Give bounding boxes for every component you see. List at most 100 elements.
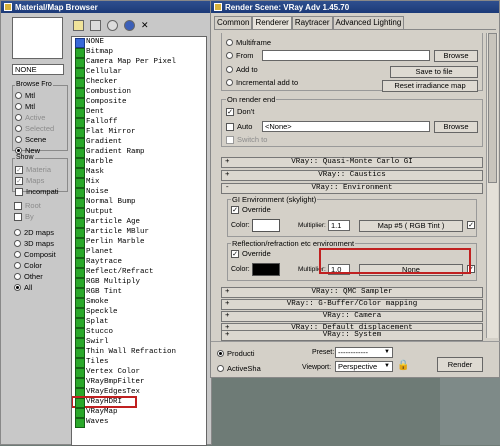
show-type-radio[interactable]: All — [14, 282, 66, 293]
show-checkbox[interactable]: Incompati — [15, 186, 65, 197]
map-list[interactable]: NONE Bitmap Camera Map Per Pixel Cellular Ch… — [71, 36, 207, 446]
browse-from-option[interactable]: Active — [15, 112, 65, 123]
show-extra-checkbox[interactable]: Root — [14, 200, 66, 211]
from-option[interactable]: From — [226, 50, 254, 61]
map-list-item[interactable]: Bitmap — [72, 47, 206, 58]
render-button[interactable]: Render — [437, 357, 483, 372]
show-type-radio[interactable]: 2D maps — [14, 227, 66, 238]
rollout-system[interactable]: + VRay:: System — [221, 330, 483, 341]
show-type-radio[interactable]: Other — [14, 271, 66, 282]
production-radio[interactable]: Producti — [217, 348, 255, 359]
map-list-item[interactable]: Tiles — [72, 357, 206, 368]
rollout-camera[interactable]: + VRay:: Camera — [221, 311, 483, 322]
map-list-item[interactable]: VRayMap — [72, 407, 206, 418]
switch-to-checkbox[interactable]: Switch to — [226, 134, 267, 145]
rollout-gbuffer[interactable]: + VRay:: G-Buffer/Color mapping — [221, 299, 483, 310]
map-list-item[interactable]: Vertex Color — [72, 367, 206, 378]
tab-advanced-lighting[interactable]: Advanced Lighting — [332, 16, 405, 29]
map-list-item[interactable]: Stucco — [72, 327, 206, 338]
map-list-item[interactable]: Waves — [72, 417, 206, 428]
show-type-radio[interactable]: Color — [14, 260, 66, 271]
view-small-icons-icon[interactable] — [107, 19, 118, 31]
map-list-item[interactable]: Output — [72, 207, 206, 218]
browse-from-option[interactable]: Mtl — [15, 101, 65, 112]
map-list-item[interactable]: Gradient Ramp — [72, 147, 206, 158]
map-list-item[interactable]: Mask — [72, 167, 206, 178]
view-list-icon[interactable] — [73, 19, 84, 31]
gi-map-checkbox[interactable]: ✓ — [467, 221, 475, 229]
rollout-environment[interactable]: - VRay:: Environment — [221, 183, 483, 194]
map-list-item[interactable]: VRayHDRI — [72, 396, 137, 408]
map-list-item[interactable]: Gradient — [72, 137, 206, 148]
renderer-scrollbar[interactable] — [486, 33, 498, 338]
render-titlebar[interactable]: Render Scene: VRay Adv 1.45.70 — [211, 1, 499, 13]
map-list-item[interactable]: Reflect/Refract — [72, 267, 206, 278]
show-type-radio[interactable]: 3D maps — [14, 238, 66, 249]
preset-dropdown[interactable]: ------------ ▼ — [335, 347, 393, 358]
rollout-caustics[interactable]: + VRay:: Caustics — [221, 170, 483, 181]
map-list-item[interactable]: RGB Tint — [72, 287, 206, 298]
browse-from-option[interactable]: Scene — [15, 134, 65, 145]
map-list-item[interactable]: Raytrace — [72, 257, 206, 268]
map-list-item[interactable]: Dent — [72, 107, 206, 118]
from-file-input[interactable] — [262, 50, 430, 61]
gi-override-checkbox[interactable]: ✓ Override — [231, 204, 271, 215]
map-list-item[interactable]: Planet — [72, 247, 206, 258]
name-field[interactable]: NONE — [12, 64, 64, 75]
show-type-radio[interactable]: Composit — [14, 249, 66, 260]
lock-icon[interactable]: 🔒 — [397, 360, 409, 371]
reset-irradiance-button[interactable]: Reset irradiance map — [382, 80, 478, 92]
refl-color-swatch[interactable] — [252, 263, 280, 276]
map-list-item[interactable]: Mix — [72, 177, 206, 188]
rollout-qmc-sampler[interactable]: + VRay:: QMC Sampler — [221, 287, 483, 298]
map-list-item[interactable]: VRayEdgesTex — [72, 387, 206, 398]
gi-color-swatch[interactable] — [252, 219, 280, 232]
map-list-item[interactable]: Flat Mirror — [72, 127, 206, 138]
browse-from-option[interactable]: Selected — [15, 123, 65, 134]
tab-raytracer[interactable]: Raytracer — [291, 16, 333, 29]
gi-map-button[interactable]: Map #5 ( RGB Tint ) — [359, 220, 463, 232]
viewport-dropdown[interactable]: Perspective ▼ — [335, 361, 393, 372]
map-list-item[interactable]: Marble — [72, 157, 206, 168]
map-list-item[interactable]: Cellular — [72, 67, 206, 78]
map-list-item[interactable]: NONE — [72, 37, 206, 48]
map-list-item[interactable]: Checker — [72, 77, 206, 88]
refl-override-checkbox[interactable]: ✓ Override — [231, 248, 271, 259]
map-list-item[interactable]: Particle Age — [72, 217, 206, 228]
map-list-item[interactable]: Splat — [72, 317, 206, 328]
multiframe-option[interactable]: Multiframe — [226, 37, 271, 48]
view-list-icons-icon[interactable] — [90, 19, 101, 31]
rollout-qmc-gi[interactable]: + VRay:: Quasi-Monte Carlo GI — [221, 157, 483, 168]
dont-checkbox[interactable]: ✓ Don't — [226, 106, 254, 117]
show-checkbox[interactable]: ✓ Maps — [15, 175, 65, 186]
add-to-option[interactable]: Add to — [226, 64, 258, 75]
browse-from-option[interactable]: Mtl — [15, 90, 65, 101]
map-list-item[interactable]: Falloff — [72, 117, 206, 128]
tab-renderer[interactable]: Renderer — [252, 16, 292, 29]
tab-common[interactable]: Common — [214, 16, 253, 29]
view-large-icons-icon[interactable] — [124, 19, 135, 31]
map-list-item[interactable]: Combustion — [72, 87, 206, 98]
browser-titlebar[interactable]: Material/Map Browser — [1, 1, 211, 13]
map-list-item[interactable]: Thin Wall Refraction — [72, 347, 206, 358]
auto-file-input[interactable]: <None> — [262, 121, 430, 132]
map-list-item[interactable]: Normal Bump — [72, 197, 206, 208]
map-list-item[interactable]: Swirl — [72, 337, 206, 348]
delete-icon[interactable]: ✕ — [141, 20, 152, 31]
show-extra-checkbox[interactable]: By — [14, 211, 66, 222]
show-checkbox[interactable]: ✓ Materia — [15, 164, 65, 175]
auto-checkbox[interactable]: Auto — [226, 121, 252, 132]
auto-browse-button[interactable]: Browse — [434, 121, 478, 133]
map-list-item[interactable]: VRayBmpFilter — [72, 377, 206, 388]
map-list-item[interactable]: Particle MBlur — [72, 227, 206, 238]
map-list-item[interactable]: Noise — [72, 187, 206, 198]
incremental-option[interactable]: Incremental add to — [226, 77, 298, 88]
gi-multiplier-input[interactable]: 1.1 — [328, 220, 350, 231]
map-list-item[interactable]: Smoke — [72, 297, 206, 308]
activeshade-radio[interactable]: ActiveSha — [217, 363, 261, 374]
map-list-item[interactable]: Perlin Marble — [72, 237, 206, 248]
map-list-item[interactable]: Speckle — [72, 307, 206, 318]
from-browse-button[interactable]: Browse — [434, 50, 478, 62]
map-list-item[interactable]: Camera Map Per Pixel — [72, 57, 206, 68]
map-list-item[interactable]: RGB Multiply — [72, 277, 206, 288]
